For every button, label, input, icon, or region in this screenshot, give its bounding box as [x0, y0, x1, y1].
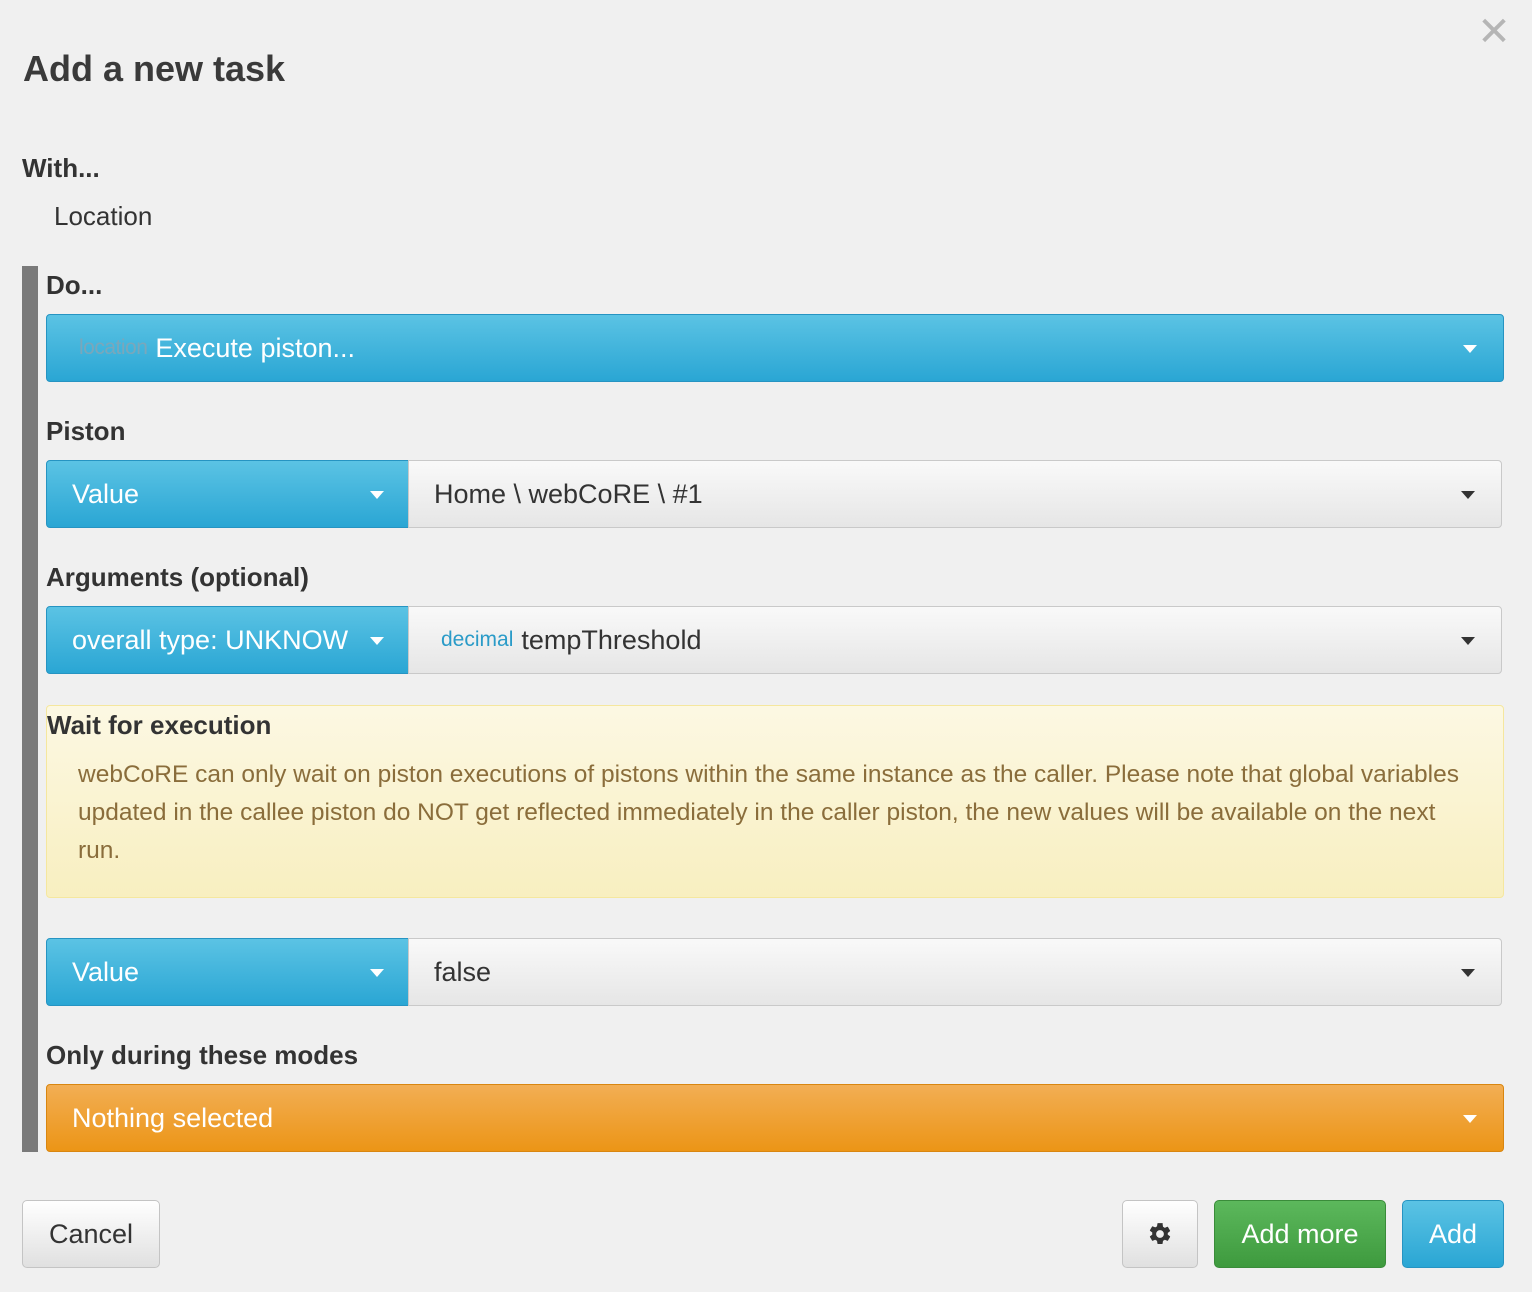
wait-label: Wait for execution [47, 710, 272, 740]
piston-value-label: Home \ webCoRE \ #1 [434, 478, 703, 509]
piston-label: Piston [46, 416, 126, 446]
caret-down-icon [1461, 491, 1475, 499]
caret-down-icon [370, 969, 384, 977]
settings-button[interactable] [1122, 1200, 1198, 1268]
caret-down-icon [1463, 1115, 1477, 1123]
argument-type-tag: decimal [441, 628, 514, 651]
arguments-type-select[interactable]: overall type: UNKNOW [46, 606, 409, 674]
wait-type-label: Value [72, 956, 140, 987]
action-select[interactable]: location Execute piston... [46, 314, 1504, 382]
caret-down-icon [1461, 637, 1475, 645]
action-select-label: Execute piston... [155, 332, 356, 363]
modes-select-label: Nothing selected [72, 1102, 274, 1133]
arguments-type-label: overall type: UNKNOW [72, 624, 349, 655]
caret-down-icon [370, 637, 384, 645]
do-section-bar [22, 266, 38, 1152]
add-more-button[interactable]: Add more [1214, 1200, 1386, 1268]
do-label: Do... [46, 270, 103, 300]
arguments-value-label: tempThreshold [521, 624, 702, 655]
dialog-title: Add a new task [23, 48, 286, 89]
gear-icon [1149, 1223, 1171, 1244]
piston-type-select[interactable]: Value [46, 460, 409, 528]
wait-type-select[interactable]: Value [46, 938, 409, 1006]
piston-value-select[interactable]: Home \ webCoRE \ #1 [408, 460, 1502, 528]
with-label: With... [22, 153, 100, 183]
add-button[interactable]: Add [1402, 1200, 1504, 1268]
caret-down-icon [370, 491, 384, 499]
modes-label: Only during these modes [46, 1040, 359, 1070]
wait-notice: Wait for execution webCoRE can only wait… [46, 705, 1504, 898]
with-device-value: Location [54, 201, 153, 231]
cancel-button[interactable]: Cancel [22, 1200, 160, 1268]
wait-value-select[interactable]: false [408, 938, 1502, 1006]
piston-type-label: Value [72, 478, 140, 509]
caret-down-icon [1463, 345, 1477, 353]
arguments-value-select[interactable]: decimal tempThreshold [408, 606, 1502, 674]
modes-select[interactable]: Nothing selected [46, 1084, 1504, 1152]
wait-value-label: false [434, 956, 492, 987]
action-type-tag: location [79, 336, 148, 359]
close-icon[interactable]: ✕ [1476, 12, 1512, 52]
caret-down-icon [1461, 969, 1475, 977]
wait-notice-text: webCoRE can only wait on piston executio… [78, 761, 1459, 864]
arguments-label: Arguments (optional) [46, 562, 309, 592]
